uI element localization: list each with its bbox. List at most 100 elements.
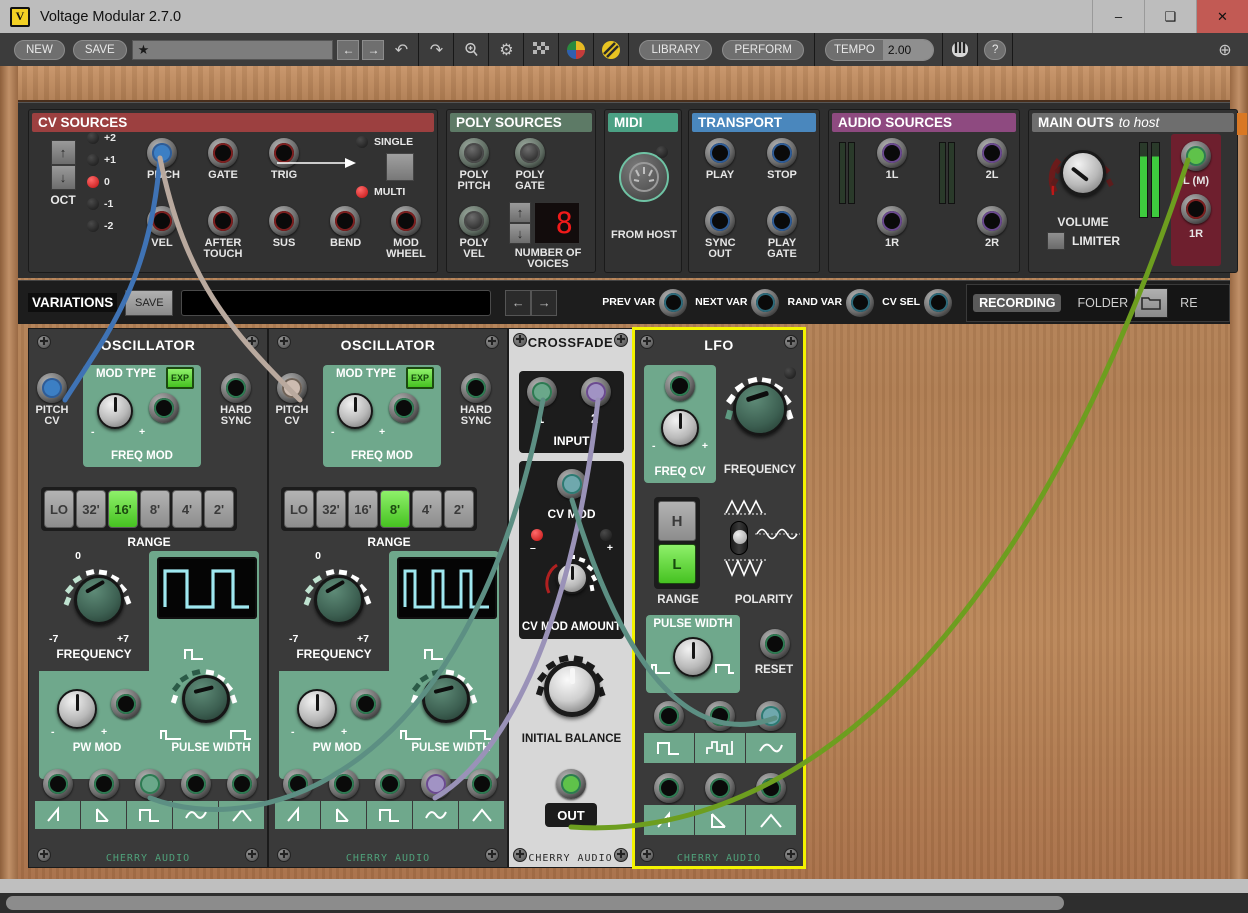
cv-jack-bend[interactable]: BEND bbox=[330, 206, 361, 260]
range-button-lo[interactable]: LO bbox=[44, 490, 74, 528]
next-preset-button[interactable]: → bbox=[362, 39, 385, 60]
osc1-out-square[interactable] bbox=[127, 769, 172, 829]
cv-jack-aftertouch[interactable]: AFTER TOUCH bbox=[204, 206, 242, 260]
single-multi-control[interactable]: SINGLE MULTI bbox=[356, 136, 414, 198]
prev-preset-button[interactable]: ← bbox=[337, 39, 360, 60]
redo-icon[interactable]: ↷ bbox=[419, 33, 453, 66]
osc1-out-triangle[interactable] bbox=[219, 769, 264, 829]
folder-icon[interactable] bbox=[1134, 287, 1169, 318]
osc1-range-buttons[interactable]: LO 32' 16' 8' 4' 2' bbox=[41, 487, 237, 531]
range-button-4[interactable]: 4' bbox=[172, 490, 202, 528]
cv-jack-pitch[interactable]: PITCH bbox=[147, 138, 180, 181]
save-button[interactable]: SAVE bbox=[72, 39, 127, 60]
osc2-out-square[interactable] bbox=[367, 769, 412, 829]
audio-jack-2r[interactable]: 2R bbox=[977, 206, 1007, 249]
octave-led-item[interactable]: 0 bbox=[87, 176, 116, 188]
undo-icon[interactable]: ↶ bbox=[384, 33, 418, 66]
octave-down-button[interactable]: ↓ bbox=[50, 165, 76, 190]
tempo-value[interactable]: 2.00 bbox=[882, 39, 934, 60]
range-button-2[interactable]: 2' bbox=[204, 490, 234, 528]
limiter-toggle[interactable]: LIMITER bbox=[1047, 232, 1120, 250]
audio-jack-2l[interactable]: 2L bbox=[977, 138, 1007, 181]
midi-din-icon[interactable] bbox=[619, 152, 669, 202]
add-module-icon[interactable]: ⊕ bbox=[1208, 33, 1242, 66]
crossfade-input-2-jack[interactable] bbox=[581, 377, 611, 407]
transport-jack-stop[interactable]: STOP bbox=[767, 138, 797, 181]
osc2-out-ramp-down[interactable] bbox=[321, 769, 366, 829]
osc1-out-sine[interactable] bbox=[173, 769, 218, 829]
lfo-out-ramp-down[interactable] bbox=[695, 773, 745, 835]
module-lfo[interactable]: ✚ ✚ LFO - + FREQ CV FREQUENCY H L RANGE … bbox=[632, 327, 806, 869]
keyboard-icon[interactable] bbox=[943, 33, 977, 66]
osc2-out-sine[interactable] bbox=[413, 769, 458, 829]
variation-name-field[interactable] bbox=[181, 289, 492, 316]
range-button-32[interactable]: 32' bbox=[316, 490, 346, 528]
transport-jack-play[interactable]: PLAY bbox=[705, 138, 735, 181]
osc2-pw-mod-knob[interactable] bbox=[297, 689, 337, 729]
osc2-freq-mod-knob[interactable] bbox=[337, 393, 373, 429]
osc2-range-buttons[interactable]: LO 32' 16' 8' 4' 2' bbox=[281, 487, 477, 531]
single-multi-toggle-button[interactable] bbox=[386, 153, 414, 181]
variation-next-button[interactable]: → bbox=[531, 289, 558, 316]
osc2-hard-sync-jack[interactable]: HARD SYNC bbox=[460, 373, 499, 427]
audio-jack-1r[interactable]: 1R bbox=[877, 206, 907, 249]
variation-knob-prev[interactable]: PREV VAR bbox=[602, 288, 688, 317]
scrollbar-thumb[interactable] bbox=[6, 896, 1064, 910]
module-oscillator-1[interactable]: ✚ ✚ OSCILLATOR PITCH CV MOD TYPE EXP - +… bbox=[28, 328, 268, 868]
favorite-star-icon[interactable]: ★ bbox=[138, 42, 150, 58]
poly-jack-vel[interactable]: POLY VEL bbox=[459, 206, 497, 260]
preset-name-field[interactable]: ★ bbox=[131, 39, 334, 60]
osc2-pw-mod-jack[interactable] bbox=[351, 689, 381, 719]
osc1-mod-type-button[interactable]: EXP bbox=[166, 367, 194, 389]
range-button-8[interactable]: 8' bbox=[140, 490, 170, 528]
crossfade-out-jack[interactable] bbox=[556, 769, 586, 799]
main-out-jack-right[interactable] bbox=[1181, 194, 1211, 224]
new-button[interactable]: NEW bbox=[14, 39, 65, 60]
voices-up-button[interactable]: ↑ bbox=[509, 202, 531, 223]
main-out-jack-left[interactable] bbox=[1181, 141, 1211, 171]
osc1-out-ramp-up[interactable] bbox=[35, 769, 80, 829]
osc2-out-triangle[interactable] bbox=[459, 769, 504, 829]
poly-jack-gate[interactable]: POLY GATE bbox=[515, 138, 545, 192]
zoom-icon[interactable] bbox=[454, 33, 488, 66]
crossfade-input-1-jack[interactable] bbox=[527, 377, 557, 407]
lfo-pulse-width-knob[interactable] bbox=[673, 637, 713, 677]
octave-led-item[interactable]: -1 bbox=[87, 198, 116, 210]
crossfade-cv-mod-jack[interactable] bbox=[557, 469, 587, 499]
module-crossfade[interactable]: ✚ ✚ CROSSFADE 1 2 INPUT CV MOD – + CV MO… bbox=[508, 328, 633, 868]
library-button[interactable]: LIBRARY bbox=[639, 39, 713, 60]
tempo-control[interactable]: TEMPO 2.00 bbox=[824, 38, 935, 61]
poly-jack-pitch[interactable]: POLY PITCH bbox=[458, 138, 491, 192]
voices-control[interactable]: ↑ ↓ 8 bbox=[509, 202, 580, 244]
range-button-2[interactable]: 2' bbox=[444, 490, 474, 528]
transport-jack-playgate[interactable]: PLAY GATE bbox=[767, 206, 797, 260]
lfo-polarity-switch[interactable] bbox=[730, 521, 748, 555]
osc2-out-ramp-up[interactable] bbox=[275, 769, 320, 829]
lfo-reset-jack[interactable] bbox=[760, 629, 790, 659]
lfo-freq-cv-knob[interactable] bbox=[661, 409, 699, 447]
voices-down-button[interactable]: ↓ bbox=[509, 223, 531, 244]
horizontal-scrollbar[interactable] bbox=[0, 893, 1248, 913]
osc2-freq-mod-jack[interactable] bbox=[389, 393, 419, 423]
color-palette-icon[interactable] bbox=[559, 33, 593, 66]
cv-jack-gate[interactable]: GATE bbox=[208, 138, 238, 181]
octave-up-button[interactable]: ↑ bbox=[50, 140, 76, 165]
grid-icon[interactable] bbox=[524, 33, 558, 66]
osc2-pitch-cv-jack[interactable]: PITCH CV bbox=[276, 373, 315, 427]
lfo-out-ramp-up[interactable] bbox=[644, 773, 694, 835]
lfo-out-triangle[interactable] bbox=[746, 773, 796, 835]
osc1-hard-sync-jack[interactable]: HARD SYNC bbox=[220, 373, 259, 427]
lfo-out-square[interactable] bbox=[644, 701, 694, 763]
lfo-range-buttons[interactable]: H L bbox=[654, 497, 700, 589]
octave-led-item[interactable]: -2 bbox=[87, 220, 116, 232]
lfo-out-sine[interactable] bbox=[746, 701, 796, 763]
range-button-4[interactable]: 4' bbox=[412, 490, 442, 528]
variation-knob-rand[interactable]: RAND VAR bbox=[787, 288, 875, 317]
gear-icon[interactable]: ⚙ bbox=[489, 33, 523, 66]
octave-control[interactable]: ↑ ↓ OCT bbox=[41, 140, 85, 206]
transport-jack-syncout[interactable]: SYNC OUT bbox=[705, 206, 736, 260]
perform-button[interactable]: PERFORM bbox=[722, 39, 804, 60]
audio-jack-1l[interactable]: 1L bbox=[877, 138, 907, 181]
range-button-8[interactable]: 8' bbox=[380, 490, 410, 528]
minimize-button[interactable]: – bbox=[1092, 0, 1144, 33]
